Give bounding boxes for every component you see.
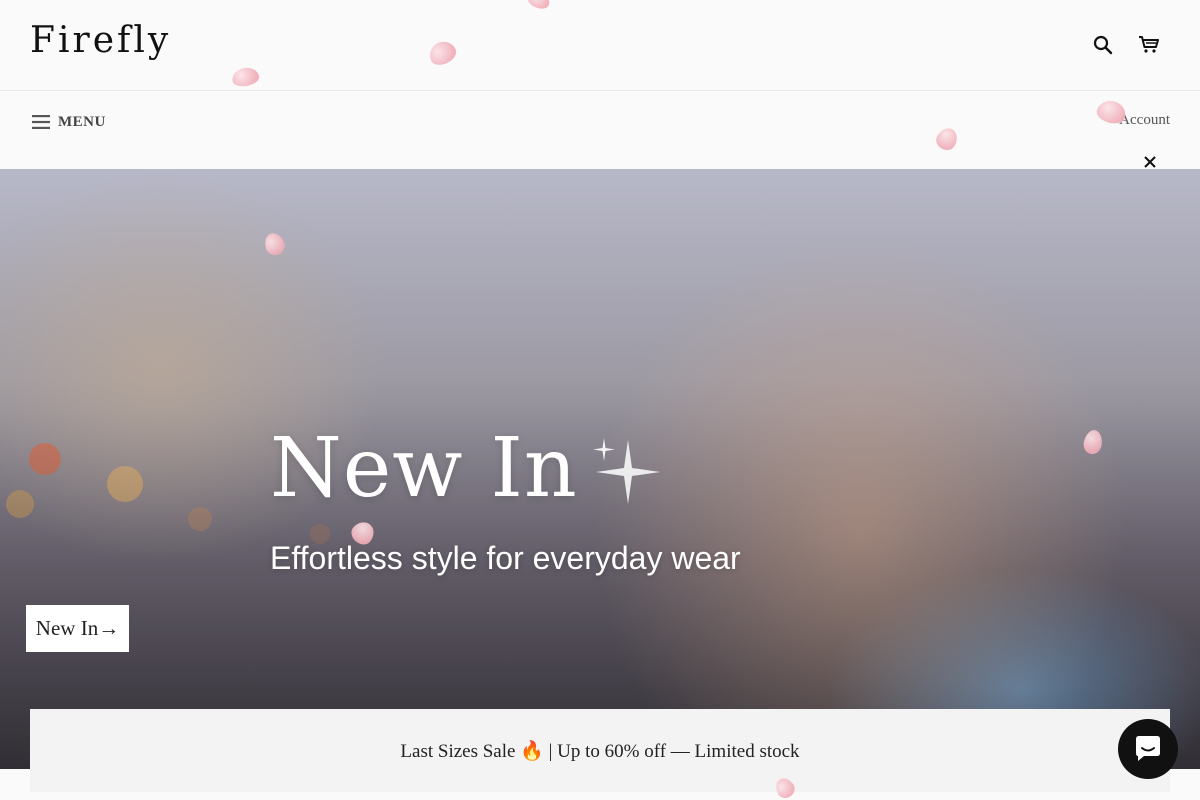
close-icon bbox=[1144, 156, 1156, 168]
hero-banner: New In Effortless style for everyday wea… bbox=[0, 169, 1200, 769]
announcement-bar: Last Sizes Sale 🔥 | Up to 60% off — Limi… bbox=[30, 709, 1170, 792]
search-button[interactable] bbox=[1090, 32, 1116, 58]
hero-title: New In bbox=[270, 421, 578, 516]
menu-button[interactable]: MENU bbox=[32, 111, 106, 133]
chat-icon bbox=[1136, 736, 1160, 761]
account-link[interactable]: Account bbox=[1119, 112, 1170, 129]
site-logo[interactable]: Firefly bbox=[30, 20, 171, 61]
hero-subtitle: Effortless style for everyday wear bbox=[270, 540, 741, 576]
cart-icon bbox=[1139, 36, 1159, 53]
announcement-text: Last Sizes Sale 🔥 | Up to 60% off — Limi… bbox=[400, 740, 800, 762]
new-in-button[interactable]: New In→ bbox=[26, 605, 129, 652]
search-icon bbox=[1093, 35, 1113, 55]
nav-bar: MENU Account bbox=[0, 91, 1200, 169]
menu-label: MENU bbox=[58, 113, 106, 130]
hamburger-icon bbox=[32, 115, 50, 129]
chat-button[interactable] bbox=[1118, 719, 1178, 779]
cart-button[interactable] bbox=[1136, 32, 1162, 58]
sparkle-icon bbox=[593, 438, 660, 504]
site-header: Firefly bbox=[0, 0, 1200, 91]
